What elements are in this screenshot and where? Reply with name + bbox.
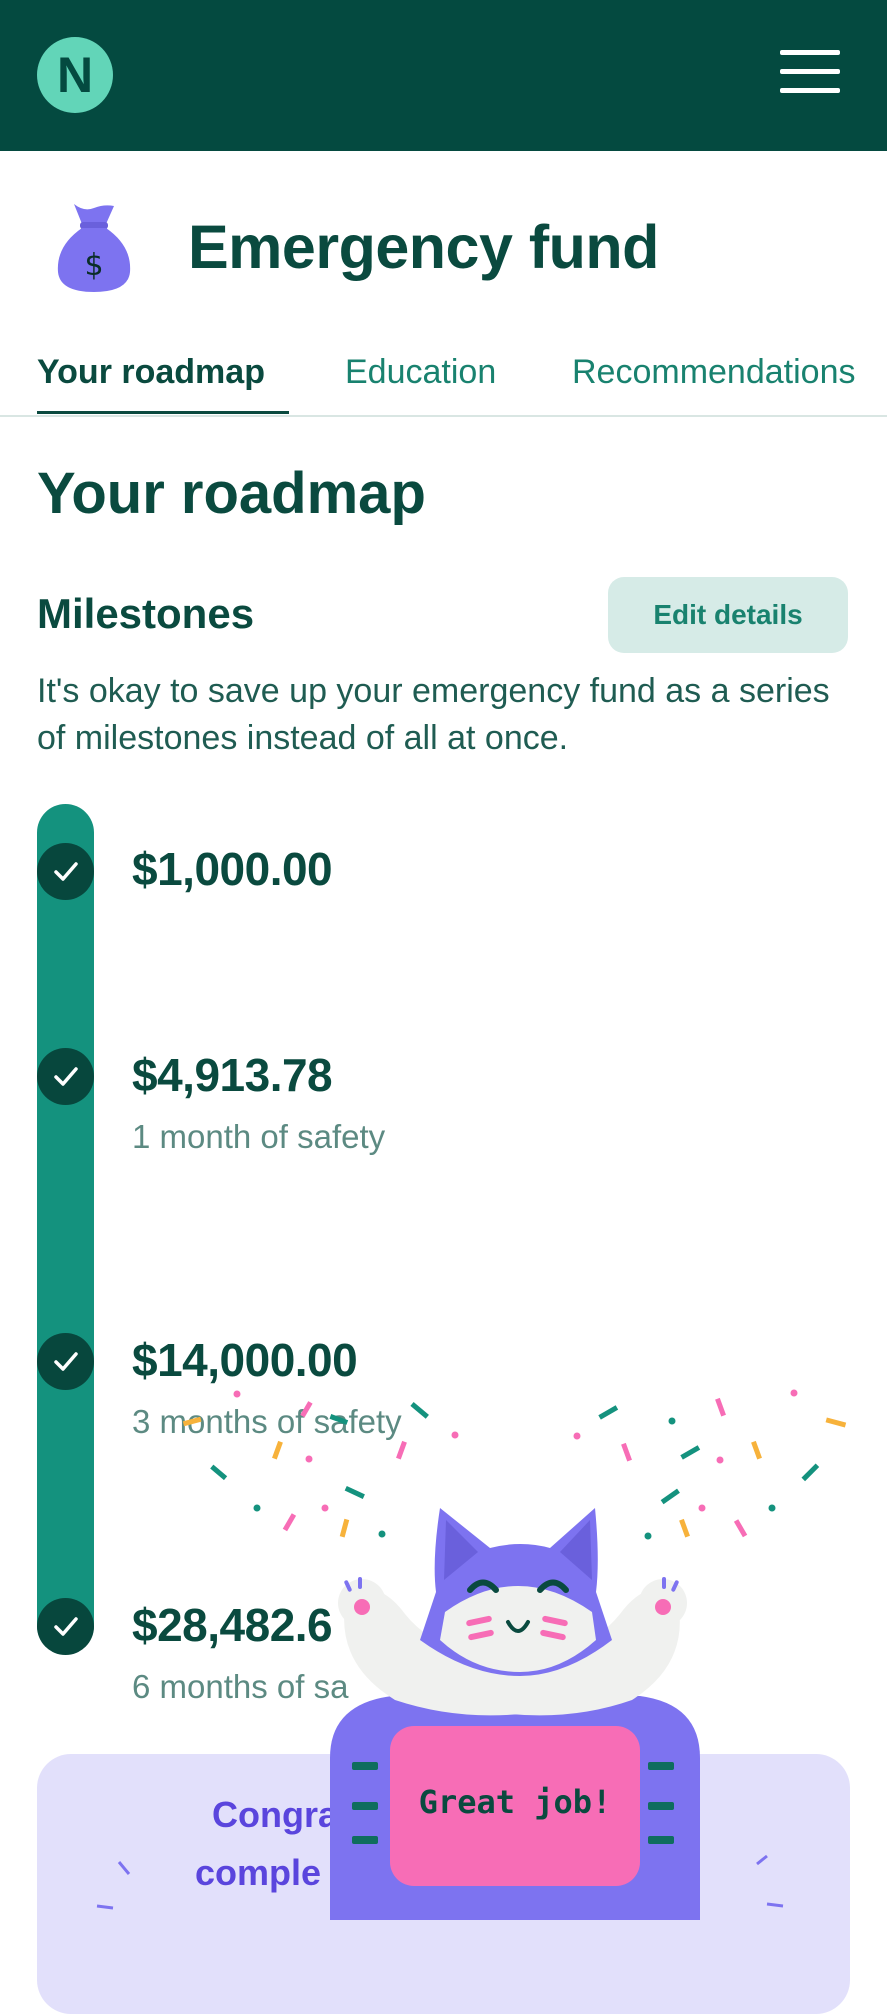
- page-header: $ Emergency fund: [52, 200, 659, 294]
- tab-bar: Your roadmap Education Recommendations: [0, 345, 887, 417]
- active-tab-indicator: [37, 411, 289, 414]
- milestone-amount: $4,913.78: [132, 1049, 333, 1101]
- edit-details-button[interactable]: Edit details: [608, 577, 848, 653]
- check-icon: [37, 1333, 94, 1390]
- milestone-label: 6 months of sa: [132, 1668, 349, 1705]
- milestones-description: It's okay to save up your emergency fund…: [37, 672, 830, 757]
- progress-track: [37, 804, 94, 1654]
- great-job-sign-text: Great job!: [418, 1783, 612, 1821]
- menu-icon[interactable]: [780, 50, 840, 100]
- money-bag-icon: $: [57, 204, 131, 292]
- section-heading: Your roadmap: [37, 461, 426, 526]
- check-icon: [37, 1048, 94, 1105]
- milestone-amount: $28,482.6: [132, 1599, 333, 1651]
- check-icon: [37, 1598, 94, 1655]
- milestone-label: 3 months of safety: [132, 1403, 402, 1440]
- milestones-title: Milestones: [37, 590, 255, 637]
- tab-your-roadmap[interactable]: Your roadmap: [37, 353, 265, 392]
- milestone-amount: $14,000.00: [132, 1334, 358, 1386]
- top-nav-bar: N: [0, 0, 887, 151]
- logo[interactable]: N: [37, 37, 113, 113]
- tab-education[interactable]: Education: [345, 353, 496, 392]
- milestone-amount: $1,000.00: [132, 843, 333, 895]
- page-title: Emergency fund: [188, 213, 659, 281]
- tab-recommendations[interactable]: Recommendations: [572, 353, 855, 392]
- svg-text:$: $: [84, 248, 103, 283]
- logo-letter: N: [56, 47, 94, 103]
- check-icon: [37, 843, 94, 900]
- milestone-label: 1 month of safety: [132, 1118, 386, 1155]
